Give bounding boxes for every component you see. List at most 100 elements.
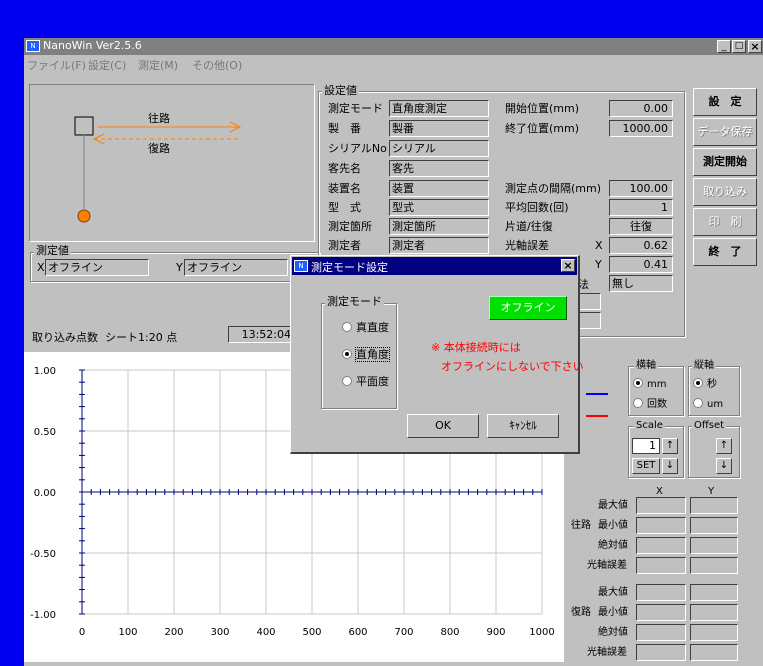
interval-label: 測定点の間隔(mm) — [505, 182, 602, 195]
straightness-radio[interactable]: 真直度 — [342, 321, 389, 335]
dialog-close-button[interactable]: × — [561, 259, 575, 272]
x-tick-label: 400 — [256, 627, 275, 638]
return-section-label: 復路 — [571, 607, 591, 618]
x-tick-label: 600 — [348, 627, 367, 638]
forward-abs-label: 絶対値 — [598, 540, 628, 551]
v-axis-um-radio[interactable]: um — [693, 398, 723, 412]
forward-max-x — [636, 497, 686, 514]
capture-label: 取り込み点数 — [32, 331, 98, 344]
y-tick-label: -1.00 — [30, 610, 56, 621]
forward-min-label: 最小値 — [598, 520, 628, 531]
x-tick-label: 700 — [394, 627, 413, 638]
scale-input[interactable]: 1 — [632, 438, 660, 454]
x-tick-label: 200 — [164, 627, 183, 638]
ok-button[interactable]: OK — [407, 414, 479, 438]
avg-value: 1 — [609, 199, 673, 216]
squareness-radio[interactable]: 直角度 — [342, 347, 390, 362]
serial-label: 製 番 — [328, 122, 361, 135]
capture-time: 13:52:04 — [228, 326, 294, 343]
menu-file[interactable]: ファイル(F) — [27, 57, 86, 73]
x-tick-label: 300 — [210, 627, 229, 638]
exit-button[interactable]: 終 了 — [693, 238, 757, 266]
scale-title: Scale — [634, 420, 665, 432]
h-axis-count-radio[interactable]: 回数 — [633, 398, 667, 412]
return-axis-x — [636, 644, 686, 661]
return-max-label: 最大値 — [598, 587, 628, 598]
close-button[interactable]: × — [748, 40, 762, 53]
start-measure-button[interactable]: 測定開始 — [693, 148, 757, 176]
save-data-button[interactable]: データ保存 — [693, 118, 757, 146]
dialog-title-bar: N 測定モード設定 × — [292, 257, 577, 275]
operator-value: 測定者 — [389, 237, 489, 254]
customer-label: 客先名 — [328, 162, 361, 175]
return-min-label: 最小値 — [598, 607, 628, 618]
h-axis-mm-radio[interactable]: mm — [633, 378, 666, 392]
measured-y-label: Y — [176, 261, 183, 274]
offset-title: Offset — [692, 420, 727, 432]
axis-y-value: 0.41 — [609, 256, 673, 273]
scale-set-button[interactable]: SET — [632, 458, 660, 474]
offline-button[interactable]: オフライン — [489, 296, 567, 320]
forward-max-label: 最大値 — [598, 500, 628, 511]
maximize-button[interactable]: □ — [732, 40, 746, 53]
axis-x-label: X — [595, 239, 603, 252]
x-tick-label: 100 — [118, 627, 137, 638]
axis-x-value: 0.62 — [609, 237, 673, 254]
device-label: 装置名 — [328, 182, 361, 195]
cancel-button[interactable]: ｷｬﾝｾﾙ — [487, 414, 559, 438]
scale-up-button[interactable]: ↑ — [662, 438, 678, 454]
start-value: 0.00 — [609, 100, 673, 117]
forward-min-y — [690, 517, 738, 534]
avg-label: 平均回数(回) — [505, 201, 569, 214]
forward-max-y — [690, 497, 738, 514]
return-axis-y — [690, 644, 738, 661]
minimize-button[interactable]: _ — [717, 40, 731, 53]
forward-axis-y — [690, 557, 738, 574]
return-max-y — [690, 584, 738, 601]
measured-x-label: X — [37, 261, 45, 274]
menu-bar: ファイル(F) 設定(C) 測定(M) その他(O) — [24, 55, 763, 72]
end-label: 終了位置(mm) — [505, 122, 580, 135]
flatness-radio[interactable]: 平面度 — [342, 375, 389, 389]
offset-down-button[interactable]: ↓ — [716, 458, 732, 474]
forward-axis-x — [636, 557, 686, 574]
menu-other[interactable]: その他(O) — [192, 57, 242, 73]
offset-group — [688, 426, 740, 478]
forward-section-label: 往路 — [571, 520, 591, 531]
warning-line-2: オフラインにしないで下さい — [441, 360, 584, 373]
forward-axis-label: 光軸誤差 — [587, 560, 627, 571]
y-tick-label: 1.00 — [34, 366, 56, 377]
dialog-app-icon: N — [294, 260, 308, 272]
measured-y-value: オフライン — [184, 259, 288, 276]
measured-x-value: オフライン — [45, 259, 149, 276]
direction-value: 往復 — [609, 218, 673, 235]
settings-button[interactable]: 設 定 — [693, 88, 757, 116]
capture-button[interactable]: 取り込み — [693, 178, 757, 206]
capture-sheet: シート1:20 点 — [105, 331, 178, 344]
return-abs-y — [690, 624, 738, 641]
operator-label: 測定者 — [328, 239, 361, 252]
direction-label: 片道/往復 — [505, 220, 553, 233]
return-axis-label: 光軸誤差 — [587, 647, 627, 658]
serial-value: 製番 — [389, 120, 489, 137]
print-button[interactable]: 印 刷 — [693, 208, 757, 236]
menu-measure[interactable]: 測定(M) — [138, 57, 178, 73]
start-label: 開始位置(mm) — [505, 102, 580, 115]
forward-abs-x — [636, 537, 686, 554]
return-min-x — [636, 604, 686, 621]
mode-value: 直角度測定 — [389, 100, 489, 117]
return-legend-line — [586, 415, 608, 417]
axis-y-label: Y — [595, 258, 602, 271]
v-axis-sec-radio[interactable]: 秒 — [693, 378, 717, 392]
offset-up-button[interactable]: ↑ — [716, 438, 732, 454]
return-path-label: 復路 — [148, 142, 170, 155]
forward-path-label: 往路 — [148, 112, 170, 125]
device-value: 装置 — [389, 180, 489, 197]
return-max-x — [636, 584, 686, 601]
dialog-title: 測定モード設定 — [311, 261, 388, 274]
mode-label: 測定モード — [328, 102, 383, 115]
y-tick-label: 0.00 — [34, 488, 56, 499]
scale-down-button[interactable]: ↓ — [662, 458, 678, 474]
menu-settings[interactable]: 設定(C) — [88, 57, 126, 73]
x-tick-label: 1000 — [529, 627, 554, 638]
